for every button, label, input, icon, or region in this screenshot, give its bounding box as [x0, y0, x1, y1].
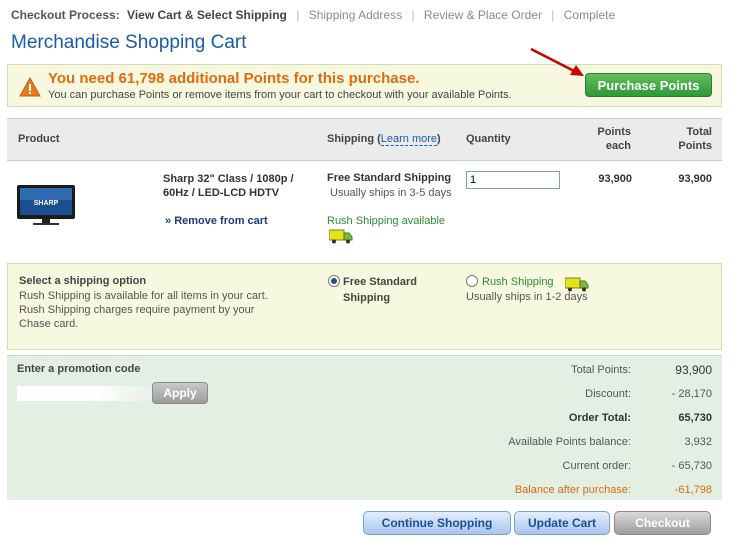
balance-after-value: -61,798 — [674, 484, 712, 496]
remove-from-cart-label: Remove from cart — [174, 215, 268, 227]
column-points-each-line2: each — [605, 140, 631, 152]
rush-shipping-eta: Usually ships in 1-2 days — [466, 291, 588, 303]
shipping-option-text: Rush Shipping is available for all items… — [19, 290, 268, 330]
warning-icon — [19, 77, 41, 97]
remove-bullet: » — [165, 215, 172, 227]
truck-icon — [565, 277, 589, 292]
column-shipping: Shipping (Learn more) — [327, 133, 441, 146]
available-balance-label: Available Points balance: — [508, 436, 631, 448]
item-shipping-method: Free Standard Shipping — [327, 172, 452, 184]
balance-after-label: Balance after purchase: — [514, 484, 631, 496]
discount-label: Discount: — [585, 388, 631, 400]
column-total-points-line2: Points — [678, 140, 712, 152]
rush-shipping-radio[interactable] — [466, 275, 478, 287]
page-title: Merchandise Shopping Cart — [11, 32, 247, 53]
product-name[interactable]: Sharp 32" Class / 1080p / 60Hz / LED-LCD… — [163, 172, 313, 200]
column-points-each-line1: Points — [597, 126, 631, 138]
breadcrumb-step-review: Review & Place Order — [423, 8, 542, 22]
shipping-option-panel: Select a shipping option Rush Shipping i… — [7, 263, 722, 350]
column-shipping-label: Shipping ( — [327, 133, 381, 145]
current-order-value: - 65,730 — [671, 460, 712, 472]
order-total-value: 65,730 — [678, 412, 712, 424]
breadcrumb-separator: | — [551, 8, 555, 22]
promo-code-label: Enter a promotion code — [17, 363, 141, 375]
total-points-value: 93,900 — [675, 363, 712, 377]
points-needed-message: You need 61,798 additional Points for th… — [48, 70, 420, 87]
breadcrumb-separator: | — [411, 8, 415, 22]
column-shipping-close: ) — [437, 133, 441, 145]
remove-from-cart-link[interactable]: » Remove from cart — [165, 215, 268, 227]
tv-icon[interactable]: SHARP — [16, 184, 76, 226]
promo-code-input[interactable] — [17, 386, 154, 401]
points-warning-banner: You need 61,798 additional Points for th… — [7, 64, 722, 107]
order-summary-panel: Enter a promotion code Apply Total Point… — [7, 355, 722, 500]
breadcrumb-step-complete: Complete — [563, 8, 616, 22]
purchase-points-button[interactable]: Purchase Points — [585, 73, 712, 97]
order-total-label: Order Total: — [568, 412, 631, 424]
current-order-label: Current order: — [562, 460, 631, 472]
red-arrow-icon — [530, 47, 584, 76]
rush-shipping-available-link[interactable]: Rush Shipping available — [327, 215, 445, 227]
breadcrumb: Checkout Process: View Cart & Select Shi… — [11, 8, 615, 22]
breadcrumb-current-step: View Cart & Select Shipping — [127, 8, 287, 22]
free-standard-shipping-label[interactable]: Free Standard Shipping — [343, 274, 453, 306]
points-help-text: You can purchase Points or remove items … — [48, 89, 512, 101]
column-points-each: Points each — [585, 125, 631, 153]
checkout-button[interactable]: Checkout — [614, 511, 711, 535]
available-balance-value: 3,932 — [684, 436, 712, 448]
rush-shipping-label[interactable]: Rush Shipping — [482, 276, 554, 288]
continue-shopping-button[interactable]: Continue Shopping — [363, 511, 511, 535]
truck-icon — [329, 229, 353, 244]
column-product: Product — [18, 133, 60, 145]
total-points-label: Total Points: — [571, 364, 631, 376]
breadcrumb-lead: Checkout Process: — [11, 8, 120, 22]
svg-text:SHARP: SHARP — [34, 200, 59, 207]
update-cart-button[interactable]: Update Cart — [514, 511, 610, 535]
apply-promo-button[interactable]: Apply — [152, 382, 208, 404]
discount-value: - 28,170 — [671, 388, 712, 400]
breadcrumb-step-shipping-address: Shipping Address — [308, 8, 403, 22]
free-standard-shipping-radio[interactable] — [328, 275, 340, 287]
learn-more-link[interactable]: Learn more — [380, 133, 438, 146]
shipping-option-title: Select a shipping option — [19, 275, 147, 287]
column-total-points-line1: Total — [686, 126, 712, 138]
cart-table-header: Product Shipping (Learn more) Quantity P… — [7, 118, 722, 161]
quantity-input[interactable] — [466, 171, 560, 189]
column-total-points: Total Points — [662, 125, 712, 153]
item-points-each: 93,900 — [598, 173, 632, 185]
column-quantity: Quantity — [466, 133, 511, 145]
breadcrumb-separator: | — [296, 8, 300, 22]
item-points-total: 93,900 — [678, 173, 712, 185]
item-shipping-eta: Usually ships in 3-5 days — [330, 187, 452, 199]
